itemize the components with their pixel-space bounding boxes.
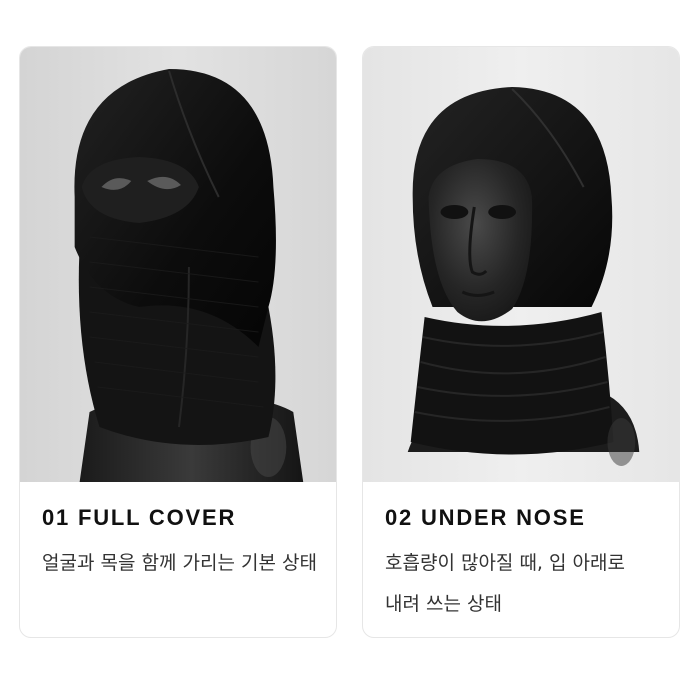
card-full-cover: 01 FULL COVER 얼굴과 목을 함께 가리는 기본 상태: [19, 46, 337, 638]
card-title: 02 UNDER NOSE: [385, 505, 586, 530]
card-description: 얼굴과 목을 함께 가리는 기본 상태: [42, 552, 317, 574]
balaclava-under-nose-photo: [363, 47, 679, 482]
product-cards: 01 FULL COVER 얼굴과 목을 함께 가리는 기본 상태 02 UND…: [0, 0, 700, 700]
balaclava-full-cover-photo: [20, 47, 336, 482]
card-title: 01 FULL COVER: [42, 505, 237, 530]
card-under-nose: 02 UNDER NOSE 호흡량이 많아질 때, 입 아래로 내려 쓰는 상태: [362, 46, 680, 638]
card-description: 호흡량이 많아질 때, 입 아래로 내려 쓰는 상태: [385, 552, 625, 615]
card-text: 01 FULL COVER 얼굴과 목을 함께 가리는 기본 상태: [42, 505, 320, 584]
card-text: 02 UNDER NOSE 호흡량이 많아질 때, 입 아래로 내려 쓰는 상태: [385, 505, 663, 625]
